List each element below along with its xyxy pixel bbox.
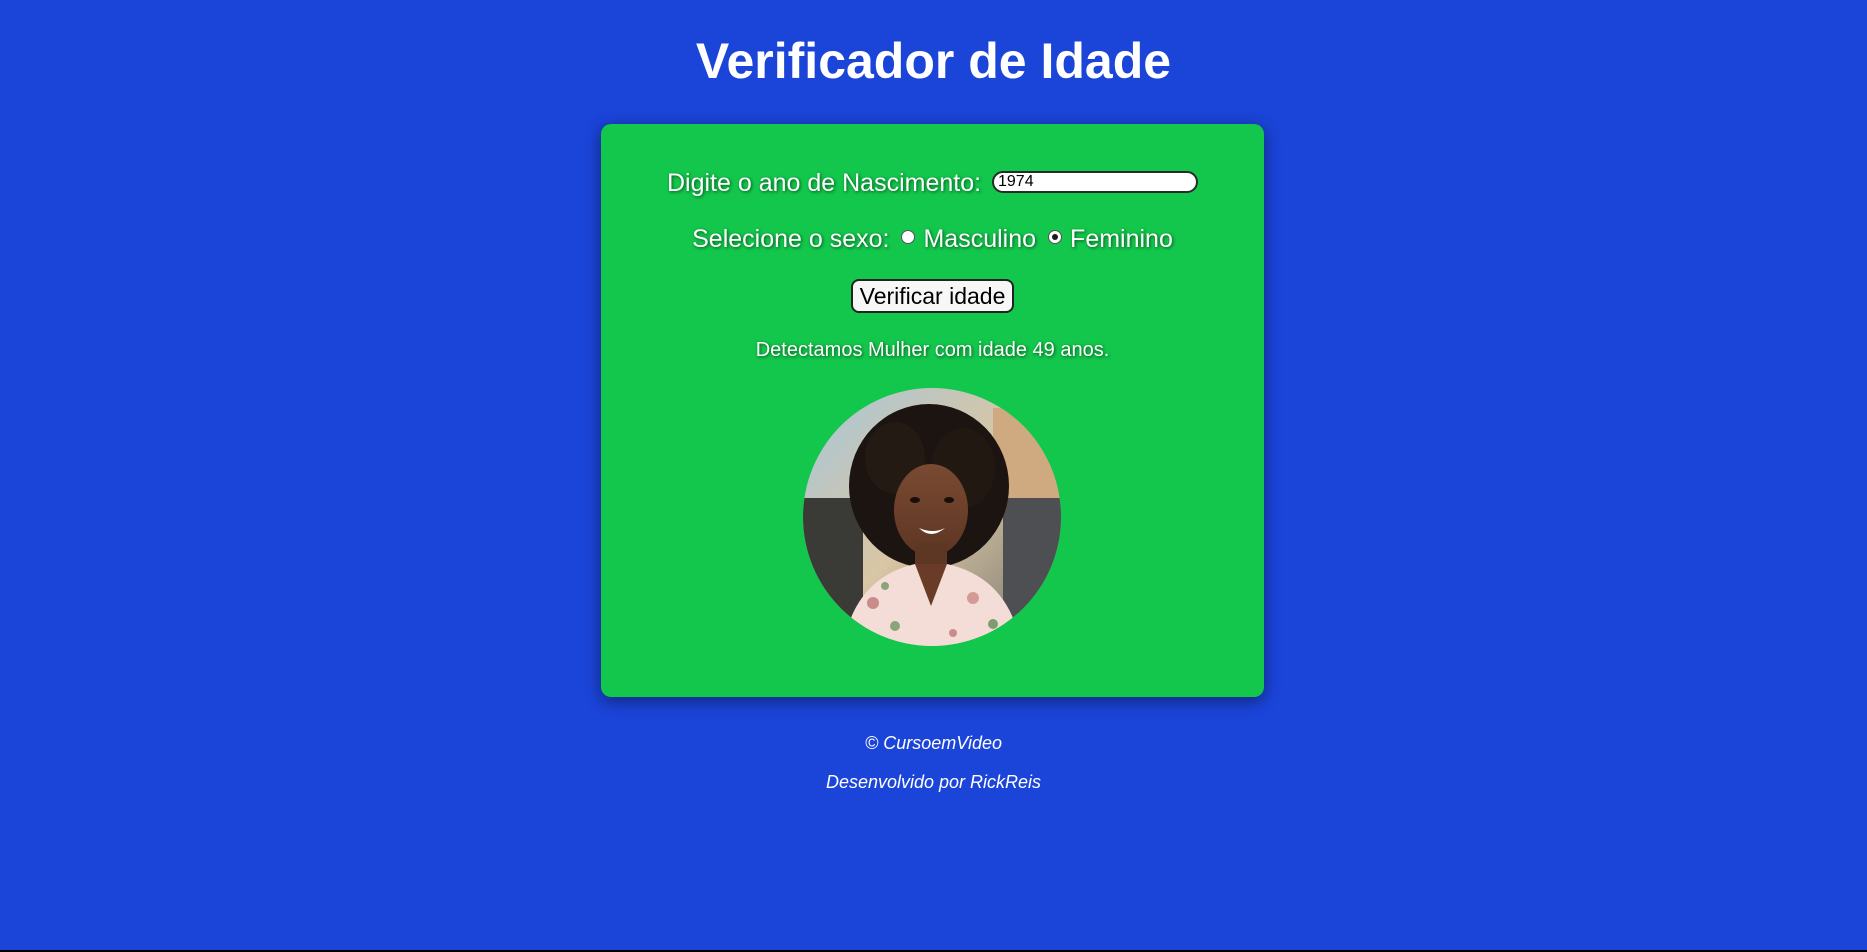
result-text: Detectamos Mulher com idade 49 anos. xyxy=(755,339,1110,361)
verifier-panel: Digite o ano de Nascimento: Selecione o … xyxy=(601,124,1264,697)
birth-year-row: Digite o ano de Nascimento: xyxy=(601,168,1264,198)
birth-year-label: Digite o ano de Nascimento: xyxy=(666,169,982,197)
radio-masculino-label[interactable]: Masculino xyxy=(923,225,1036,253)
birth-year-input[interactable] xyxy=(992,171,1198,194)
sex-row: Selecione o sexo: Masculino Feminino xyxy=(601,224,1264,254)
footer-copyright: © CursoemVideo xyxy=(865,733,1002,753)
footer-developer: Desenvolvido por RickReis xyxy=(825,772,1042,792)
sex-label: Selecione o sexo: xyxy=(692,225,890,253)
page-title: Verificador de Idade xyxy=(695,33,1172,89)
radio-feminino-label[interactable]: Feminino xyxy=(1070,225,1173,253)
person-photo xyxy=(803,388,1061,646)
verify-age-button[interactable]: Verificar idade xyxy=(850,279,1015,313)
radio-masculino[interactable] xyxy=(901,230,916,245)
radio-feminino[interactable] xyxy=(1048,230,1063,245)
button-row: Verificar idade xyxy=(601,279,1264,313)
